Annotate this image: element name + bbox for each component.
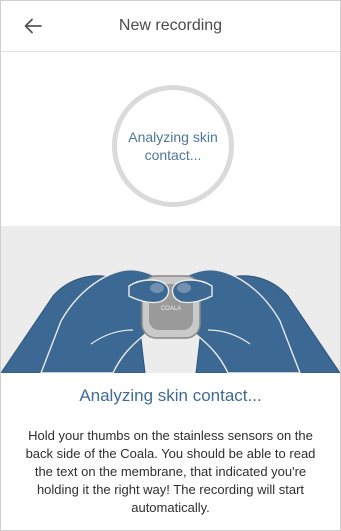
left-thumbnail <box>150 283 164 293</box>
back-button[interactable] <box>19 14 47 38</box>
left-thumb <box>128 279 170 304</box>
status-section: Analyzing skin contact... <box>1 52 340 226</box>
instruction-heading: Analyzing skin contact... <box>79 386 262 405</box>
right-thumb <box>171 279 213 304</box>
page-title: New recording <box>118 17 223 34</box>
instruction-text: Hold your thumbs on the stainless sensor… <box>25 428 316 515</box>
device-label: COALA <box>161 306 181 312</box>
right-thumbnail <box>177 283 191 293</box>
top-bar: New recording <box>1 1 340 52</box>
arrow-left-icon <box>24 18 42 34</box>
hands-holding-device-illustration: COALA <box>1 269 340 373</box>
progress-ring: Analyzing skin contact... <box>112 85 234 207</box>
ring-status-text: Analyzing skin contact... <box>128 129 218 163</box>
app-screen: New recording Analyzing skin contact... … <box>0 0 341 531</box>
device-illustration: COALA <box>1 226 340 373</box>
